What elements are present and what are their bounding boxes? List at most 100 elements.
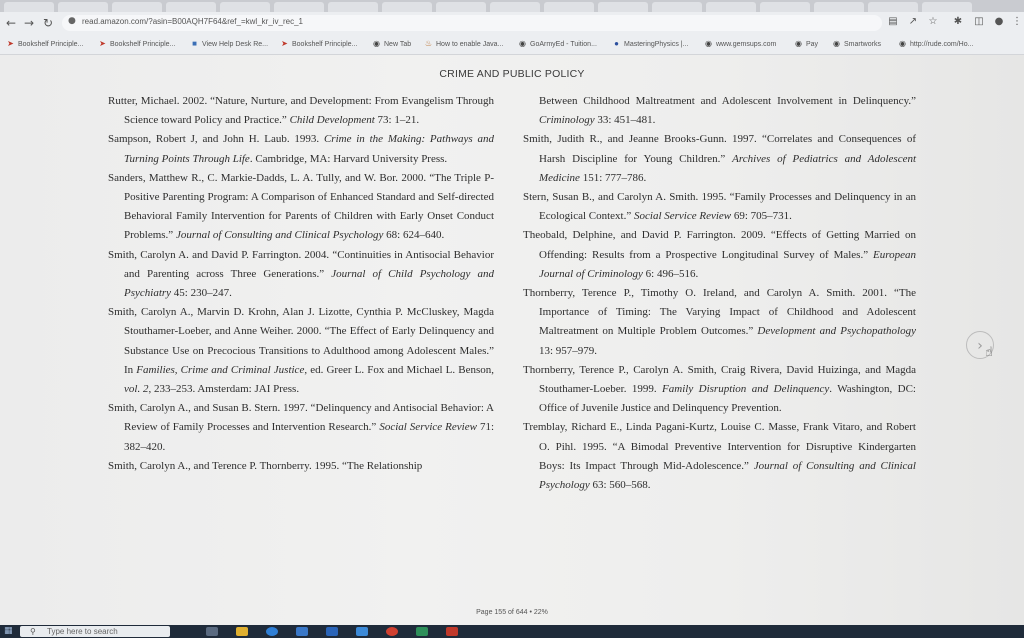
browser-tab[interactable]: [166, 2, 216, 12]
reader-viewport: CRIME AND PUBLIC POLICY Rutter, Michael.…: [0, 55, 1024, 625]
bookmark-arrow-icon: ➤: [281, 39, 288, 48]
reference-entry: Sampson, Robert J, and John H. Laub. 199…: [108, 133, 495, 165]
store-icon[interactable]: [296, 627, 308, 636]
reference-entry: Smith, Carolyn A., and Susan B. Stern. 1…: [108, 402, 494, 453]
browser-tab[interactable]: [922, 2, 972, 12]
bookmark-label: http://rude.com/Ho...: [910, 41, 974, 48]
taskbar-search-placeholder: Type here to search: [47, 627, 118, 636]
bookmark-item[interactable]: ■ View Help Desk Re...: [190, 38, 268, 50]
references-column-left: Rutter, Michael. 2002. “Nature, Nurture,…: [108, 92, 494, 476]
task-view-icon[interactable]: [206, 627, 218, 636]
bookmarks-bar: ➤ Bookshelf Principle... ➤ Bookshelf Princ…: [0, 34, 1024, 55]
bookmark-label: Bookshelf Principle...: [292, 41, 358, 48]
browser-toolbar: ← → ↻ ● read.amazon.com/?asin=B00AQH7F64…: [0, 12, 1024, 34]
forward-arrow-icon[interactable]: →: [20, 14, 38, 32]
globe-icon: ◉: [705, 39, 712, 48]
running-head: CRIME AND PUBLIC POLICY: [439, 68, 585, 80]
bookmark-item[interactable]: ◉ Pay: [794, 38, 818, 50]
page-indicator: Page 155 of 644 • 22%: [476, 609, 548, 616]
reference-entry: Theobald, Delphine, and David P. Farring…: [523, 229, 916, 280]
references-column-right: Between Childhood Maltreatment and Adole…: [523, 92, 916, 495]
gmail-icon[interactable]: [446, 627, 458, 636]
browser-tab[interactable]: [598, 2, 648, 12]
globe-icon: ◉: [373, 39, 380, 48]
globe-icon: ◉: [795, 39, 802, 48]
app-icon[interactable]: [416, 627, 428, 636]
browser-tab[interactable]: [274, 2, 324, 12]
browser-tab[interactable]: [544, 2, 594, 12]
bookmark-arrow-icon: ➤: [99, 39, 106, 48]
bookmark-item[interactable]: ◉ Smartworks: [832, 38, 881, 50]
reference-continuation: Between Childhood Maltreatment and Adole…: [539, 95, 916, 127]
browser-tab[interactable]: [328, 2, 378, 12]
bookmark-item[interactable]: ◉ GoArmyEd - Tuition...: [518, 38, 597, 50]
bookmark-label: Bookshelf Principle...: [18, 41, 84, 48]
address-url: read.amazon.com/?asin=B00AQH7F64&ref_=kw…: [82, 17, 304, 26]
browser-tab[interactable]: [382, 2, 432, 12]
edge-icon[interactable]: [266, 627, 278, 636]
browser-tab[interactable]: [436, 2, 486, 12]
share-icon[interactable]: ↗: [906, 15, 920, 29]
address-bar[interactable]: ● read.amazon.com/?asin=B00AQH7F64&ref_=…: [62, 15, 882, 31]
globe-icon: ◉: [833, 39, 840, 48]
browser-tab[interactable]: [490, 2, 540, 12]
reference-entry: Smith, Carolyn A., and Terence P. Thornb…: [108, 459, 423, 472]
browser-tab[interactable]: [652, 2, 702, 12]
browser-tab[interactable]: [112, 2, 162, 12]
reference-entry: Sanders, Matthew R., C. Markie-Dadds, L.…: [108, 171, 494, 242]
browser-tab[interactable]: [58, 2, 108, 12]
reload-icon[interactable]: ↻: [39, 14, 57, 32]
bookmark-item[interactable]: ● MasteringPhysics |...: [612, 38, 688, 50]
mastering-icon: ●: [614, 39, 619, 48]
bookmark-item[interactable]: ➤ Bookshelf Principle...: [280, 38, 357, 50]
globe-icon: ◉: [899, 39, 906, 48]
reference-entry: Rutter, Michael. 2002. “Nature, Nurture,…: [108, 95, 494, 127]
java-icon: ♨: [424, 39, 433, 48]
bookmark-item[interactable]: ➤ Bookshelf Principle...: [98, 38, 175, 50]
bookmark-arrow-icon: ➤: [7, 39, 14, 48]
browser-tab[interactable]: [4, 2, 54, 12]
bookmark-item[interactable]: ◉ www.gemsups.com: [704, 38, 776, 50]
bookmark-label: Smartworks: [844, 41, 881, 48]
bookmark-label: Pay: [806, 41, 819, 48]
reference-entry: Smith, Carolyn A., Marvin D. Krohn, Alan…: [108, 306, 494, 396]
bookmark-label: New Tab: [384, 41, 412, 48]
translate-icon[interactable]: ▤: [886, 15, 900, 29]
helpdesk-icon: ■: [192, 39, 197, 48]
search-icon: ⚲: [30, 627, 36, 636]
menu-dots-icon[interactable]: ⋮: [1010, 15, 1024, 29]
reference-entry: Thornberry, Terence P., Timothy O. Irela…: [523, 287, 916, 357]
star-icon[interactable]: ☆: [926, 15, 940, 29]
chrome-icon[interactable]: [386, 627, 398, 636]
browser-tab[interactable]: [220, 2, 270, 12]
reference-entry: Stern, Susan B., and Carolyn A. Smith. 1…: [523, 191, 916, 223]
taskbar-search-box[interactable]: ⚲ Type here to search: [20, 626, 170, 637]
app-icon[interactable]: [356, 627, 368, 636]
bookmark-item[interactable]: ◉ http://rude.com/Ho...: [898, 38, 973, 50]
profile-icon[interactable]: ●: [992, 15, 1006, 29]
reference-entry: Thornberry, Terence P., Carolyn A. Smith…: [523, 363, 916, 415]
browser-tab[interactable]: [760, 2, 810, 12]
hand-cursor-icon: ☝: [985, 345, 993, 360]
bookmark-label: How to enable Java...: [436, 41, 504, 48]
bookmark-item[interactable]: ♨ How to enable Java...: [424, 38, 503, 50]
sidebar-icon[interactable]: ◫: [972, 15, 986, 29]
browser-tab[interactable]: [868, 2, 918, 12]
bookmark-item[interactable]: ➤ Bookshelf Principle...: [6, 38, 83, 50]
reference-entry: Smith, Carolyn A. and David P. Farringto…: [108, 248, 494, 300]
bookmark-label: GoArmyEd - Tuition...: [530, 41, 597, 48]
chevron-right-icon: ›: [977, 338, 983, 354]
extension-icon[interactable]: ✱: [951, 15, 965, 29]
bookmark-item[interactable]: ◉ New Tab: [372, 38, 411, 50]
reference-entry: Smith, Judith R., and Jeanne Brooks-Gunn…: [523, 133, 917, 184]
lock-icon: ●: [68, 16, 76, 26]
bookmark-label: Bookshelf Principle...: [110, 41, 176, 48]
mail-icon[interactable]: [326, 627, 338, 636]
browser-tab[interactable]: [706, 2, 756, 12]
bookmark-label: MasteringPhysics |...: [624, 41, 689, 48]
back-arrow-icon[interactable]: ←: [2, 14, 20, 32]
file-explorer-icon[interactable]: [236, 627, 248, 636]
globe-icon: ◉: [519, 39, 526, 48]
windows-start-icon[interactable]: ▦: [4, 627, 14, 636]
browser-tab[interactable]: [814, 2, 864, 12]
